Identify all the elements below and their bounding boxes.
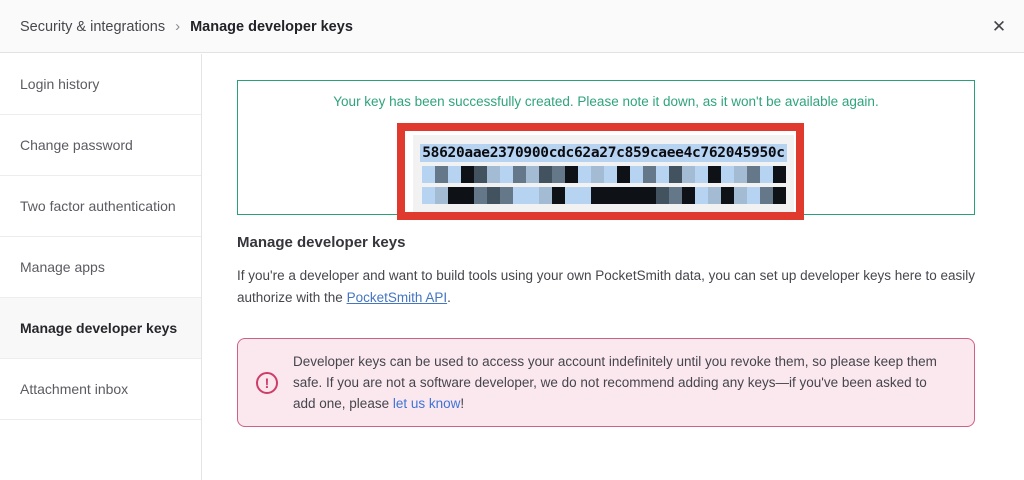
breadcrumb-parent[interactable]: Security & integrations [20, 19, 165, 35]
main-content: Your key has been successfully created. … [203, 54, 1024, 480]
intro-paragraph: If you're a developer and want to build … [237, 265, 977, 309]
sidebar-item-manage-developer-keys[interactable]: Manage developer keys [0, 298, 201, 359]
breadcrumb: Security & integrations › Manage develop… [20, 0, 353, 53]
warning-text-end: ! [460, 396, 464, 411]
sidebar-item-login-history[interactable]: Login history [0, 54, 201, 115]
sidebar-item-attachment-inbox[interactable]: Attachment inbox [0, 359, 201, 420]
sidebar-item-manage-apps[interactable]: Manage apps [0, 237, 201, 298]
intro-text-end: . [447, 290, 451, 305]
developer-key-code-block: 58620aae2370900cdc62a27c859caee4c7620459… [413, 135, 794, 212]
sidebar-item-two-factor-authentication[interactable]: Two factor authentication [0, 176, 201, 237]
sidebar-item-label: Change password [20, 137, 133, 153]
developer-key-text[interactable]: 58620aae2370900cdc62a27c859caee4c7620459… [420, 144, 786, 162]
pocketsmith-api-link[interactable]: PocketSmith API [347, 290, 448, 305]
close-icon: ✕ [992, 17, 1006, 37]
sidebar-item-label: Attachment inbox [20, 381, 128, 397]
let-us-know-link[interactable]: let us know [393, 396, 461, 411]
redacted-key-row [422, 166, 786, 183]
sidebar-item-label: Login history [20, 76, 99, 92]
settings-modal: Security & integrations › Manage develop… [0, 0, 1024, 480]
settings-sidebar: Login history Change password Two factor… [0, 54, 202, 480]
breadcrumb-current: Manage developer keys [190, 19, 353, 35]
red-highlight-annotation: 58620aae2370900cdc62a27c859caee4c7620459… [397, 123, 804, 220]
success-message: Your key has been successfully created. … [238, 94, 974, 109]
warning-text: Developer keys can be used to access you… [293, 351, 948, 414]
sidebar-item-label: Manage developer keys [20, 320, 177, 336]
warning-text-body: Developer keys can be used to access you… [293, 354, 937, 411]
exclamation-glyph: ! [265, 375, 270, 391]
sidebar-item-label: Manage apps [20, 259, 105, 275]
redacted-key-row [422, 187, 786, 204]
developer-keys-warning: ! Developer keys can be used to access y… [237, 338, 975, 427]
sidebar-item-label: Two factor authentication [20, 198, 176, 214]
page-title: Manage developer keys [237, 234, 405, 251]
exclamation-circle-icon: ! [256, 372, 278, 394]
chevron-right-icon: › [175, 18, 180, 35]
modal-header: Security & integrations › Manage develop… [0, 0, 1024, 53]
key-created-success-banner: Your key has been successfully created. … [237, 80, 975, 215]
sidebar-item-change-password[interactable]: Change password [0, 115, 201, 176]
close-button[interactable]: ✕ [986, 14, 1012, 40]
